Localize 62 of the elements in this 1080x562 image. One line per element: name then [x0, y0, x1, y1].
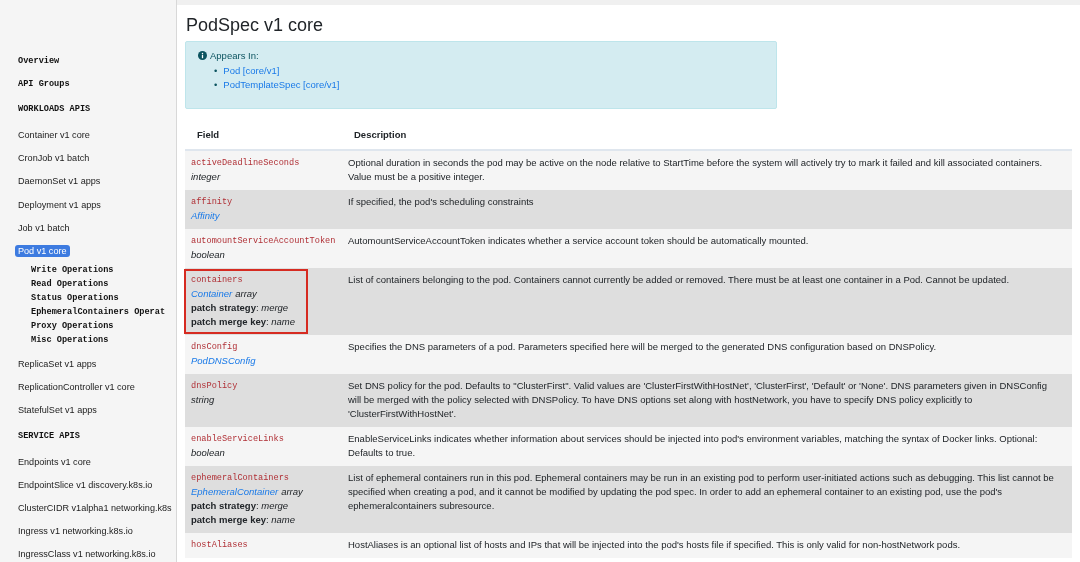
field-description: Specifies the DNS parameters of a pod. Parameters specified here will be merged to the generated DNS configuration based on DNSPolicy.: [348, 340, 938, 354]
field-name: dnsPolicy: [191, 380, 239, 393]
patch-detail: patch merge key: name: [191, 513, 297, 527]
field-name: dnsConfig: [191, 341, 239, 354]
field-name: ephemeralContainers: [191, 472, 290, 485]
nav-sublink[interactable]: Proxy Operations: [31, 320, 114, 331]
nav-link[interactable]: EndpointSlice v1 discovery.k8s.io: [18, 479, 153, 490]
info-icon: [198, 51, 207, 60]
column-header: Description: [354, 129, 407, 140]
nav-link[interactable]: DaemonSet v1 apps: [18, 176, 101, 187]
bullet: •: [214, 78, 218, 92]
field-name: hostAliases: [191, 539, 249, 552]
bullet: •: [214, 64, 218, 78]
field-type: integer: [191, 170, 221, 184]
nav-link[interactable]: Job v1 batch: [18, 222, 70, 233]
nav-sublink[interactable]: Read Operations: [31, 278, 109, 289]
field-description: AutomountServiceAccountToken indicates whether a service account token should be automatically mounted.: [348, 234, 810, 248]
field-description: EnableServiceLinks indicates whether information about services should be injected into pod's environment variables, matching the syntax of Docker links. Optional: Defaults to true.: [348, 432, 1039, 460]
nav-sublink[interactable]: Write Operations: [31, 264, 114, 275]
page-title: PodSpec v1 core: [186, 15, 325, 36]
field-type: array: [235, 287, 257, 301]
field-description: List of ephemeral containers run in this pod. Ephemeral containers may be run in an existing pod to perform user-initiated actions such as debugging. This list cannot be specified when creating a pod, and it cannot be modified by updating the pod spec. In order to add an ephemeral container to an existing pod, use the pod's ephemeralcontainers subresource.: [348, 471, 1055, 513]
reference-link[interactable]: PodTemplateSpec [core/v1]: [223, 78, 340, 92]
nav-link[interactable]: CronJob v1 batch: [18, 153, 90, 164]
nav-link[interactable]: Pod v1 core: [15, 244, 70, 257]
field-description: List of containers belonging to the pod. Containers cannot currently be added or removed. There must be at least one container in a Pod. Cannot be updated.: [348, 273, 1011, 287]
patch-detail: patch strategy: merge: [191, 499, 290, 513]
nav-link[interactable]: ReplicaSet v1 apps: [18, 359, 97, 370]
nav-heading[interactable]: API Groups: [18, 78, 70, 89]
nav-link[interactable]: ClusterCIDR v1alpha1 networking.k8s: [18, 503, 172, 514]
field-name: automountServiceAccountToken: [191, 235, 336, 248]
field-type: string: [191, 393, 215, 407]
appears-in-heading: Appears In:: [210, 50, 259, 61]
field-name: affinity: [191, 196, 234, 209]
nav-link[interactable]: IngressClass v1 networking.k8s.io: [18, 549, 156, 560]
field-name: activeDeadlineSeconds: [191, 157, 301, 170]
nav-link[interactable]: ReplicationController v1 core: [18, 382, 135, 393]
field-description: If specified, the pod's scheduling constraints: [348, 195, 535, 209]
field-description: Optional duration in seconds the pod may be active on the node relative to StartTime before the system will actively try to mark it failed and kill associated containers. Value must be a positive integer.: [348, 156, 1044, 184]
nav-heading[interactable]: WORKLOADS APIS: [18, 104, 91, 115]
reference-link[interactable]: Pod [core/v1]: [223, 64, 280, 78]
patch-detail: patch strategy: merge: [191, 301, 290, 315]
nav-heading[interactable]: SERVICE APIS: [18, 431, 80, 442]
nav-link[interactable]: Ingress v1 networking.k8s.io: [18, 526, 133, 537]
type-link[interactable]: PodDNSConfig: [191, 354, 256, 368]
field-name: enableServiceLinks: [191, 433, 285, 446]
nav-link[interactable]: Deployment v1 apps: [18, 199, 101, 210]
field-description: Set DNS policy for the pod. Defaults to "ClusterFirst". Valid values are 'ClusterFirstWithHostNet', 'ClusterFirst', 'Default' or 'None'. DNS parameters given in DNSConfig will be merged with the policy selected with DNSPolicy. To have DNS options set along with hostNetwork, you have to specify DNS policy explicitly to 'ClusterFirstWithHostNet'.: [348, 379, 1048, 421]
nav-heading[interactable]: Overview: [18, 55, 60, 66]
field-type: boolean: [191, 248, 225, 262]
field-type: boolean: [191, 446, 225, 460]
field-name: containers: [191, 274, 244, 287]
nav-link[interactable]: Endpoints v1 core: [18, 456, 91, 467]
nav-sublink[interactable]: Misc Operations: [31, 334, 109, 345]
nav-link[interactable]: StatefulSet v1 apps: [18, 405, 97, 416]
nav-sublink[interactable]: EphemeralContainers Operat: [31, 306, 166, 317]
field-type: array: [281, 485, 303, 499]
nav-link[interactable]: Container v1 core: [18, 129, 90, 140]
patch-detail: patch merge key: name: [191, 315, 297, 329]
field-description: HostAliases is an optional list of hosts and IPs that will be injected into the pod's hosts file if specified. This is only valid for non-hostNetwork pods.: [348, 538, 962, 552]
nav-sublink[interactable]: Status Operations: [31, 292, 119, 303]
column-header: Field: [197, 129, 220, 140]
